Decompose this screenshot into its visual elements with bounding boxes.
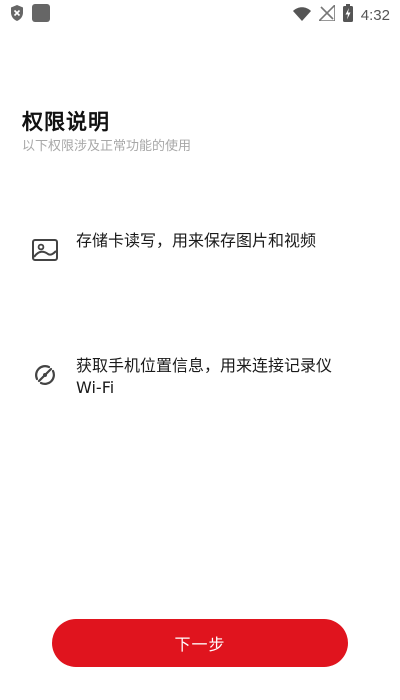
permission-screen: 4:32 权限说明 以下权限涉及正常功能的使用 存储卡读写，用来保存图片和视频 … — [0, 0, 400, 700]
shield-x-icon — [10, 5, 24, 25]
status-time: 4:32 — [360, 6, 390, 24]
wifi-icon — [292, 6, 311, 25]
status-bar: 4:32 — [0, 0, 400, 28]
permission-item-location: 获取手机位置信息，用来连接记录仪Wi-Fi — [30, 355, 350, 399]
page-title: 权限说明 — [22, 110, 110, 134]
battery-charging-icon — [342, 4, 353, 26]
status-bar-left — [10, 4, 50, 26]
permission-text-location: 获取手机位置信息，用来连接记录仪Wi-Fi — [76, 356, 333, 397]
next-button[interactable]: 下一步 — [52, 619, 348, 667]
no-signal-icon — [316, 3, 336, 25]
app-square-icon — [32, 4, 50, 26]
permission-text-storage: 存储卡读写，用来保存图片和视频 — [76, 231, 317, 250]
wifi-link-icon — [30, 360, 60, 390]
status-bar-right: 4:32 — [292, 3, 390, 26]
page-subtitle: 以下权限涉及正常功能的使用 — [22, 139, 192, 154]
image-icon — [30, 235, 60, 265]
permission-item-storage: 存储卡读写，用来保存图片和视频 — [30, 230, 350, 265]
